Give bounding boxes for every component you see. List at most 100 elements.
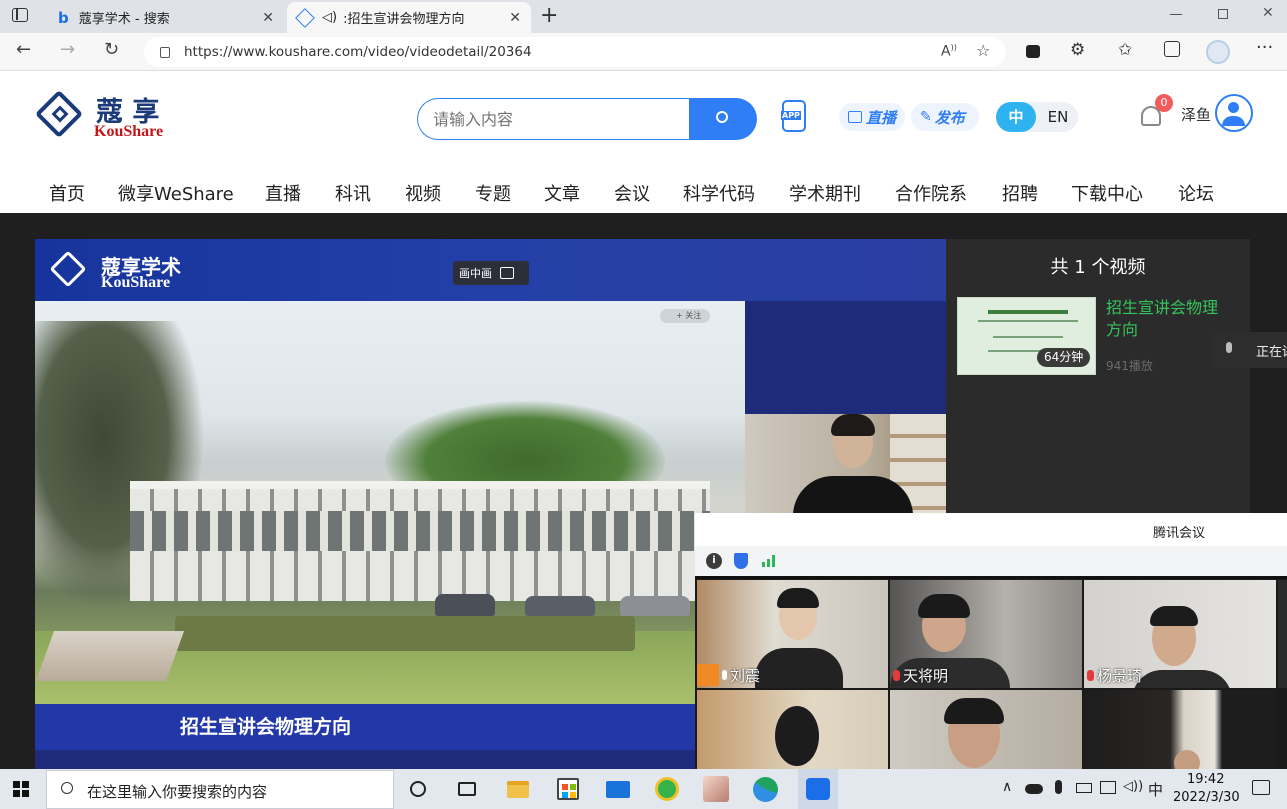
participant-tile[interactable]: 天将明 [890,580,1082,688]
read-aloud-icon[interactable]: A)) [941,43,957,60]
menu-science-code[interactable]: 科学代码 [683,180,755,206]
participant-tile[interactable]: 刘震 [697,580,888,688]
ime-indicator[interactable]: 中 [1148,779,1163,800]
menu-live[interactable]: 直播 [265,180,301,206]
playlist-item[interactable]: 64分钟 招生宣讲会物理方向 941播放 [957,297,1241,377]
menu-video[interactable]: 视频 [405,180,441,206]
menu-jobs[interactable]: 招聘 [1002,180,1038,206]
menu-topics[interactable]: 专题 [475,180,511,206]
volume-icon[interactable]: ◁)) [1123,779,1143,794]
menu-news[interactable]: 科讯 [335,180,371,206]
menu-articles[interactable]: 文章 [544,180,580,206]
clock-date[interactable]: 2022/3/30 [1173,790,1240,805]
notification-center-icon[interactable] [1252,780,1270,795]
participant-tile[interactable] [697,690,888,769]
speaker-hair [831,414,875,436]
bing-icon: b [58,8,69,27]
close-tab-icon[interactable]: ✕ [262,10,274,26]
favorite-add-icon[interactable]: ☆ [976,41,990,60]
menu-weshare[interactable]: 微享WeShare [118,180,234,206]
host-icon [697,664,719,686]
user-avatar-icon[interactable] [1215,94,1253,132]
minimize-button[interactable] [1170,14,1182,15]
info-icon[interactable]: i [706,553,722,569]
grid-side-strip [1278,580,1287,688]
extensions-icon[interactable]: ⚙ [1070,40,1085,60]
site-logo[interactable]: 蔻 享 KouShare [34,89,176,142]
network-icon[interactable] [1100,781,1116,794]
username[interactable]: 泽鱼 [1181,104,1211,125]
store-icon[interactable] [557,778,579,800]
follow-button[interactable]: + 关注 [660,309,710,323]
shield-icon[interactable] [734,553,748,569]
speaker-icon[interactable]: ◁) [322,10,337,25]
lang-cn-button[interactable]: 中 [996,102,1036,132]
close-tab-icon[interactable]: ✕ [509,10,521,26]
app-download-icon[interactable]: APP [781,100,806,132]
menu-home[interactable]: 首页 [49,180,85,206]
refresh-button[interactable]: ↻ [104,39,119,60]
game-app-icon[interactable] [703,776,729,802]
cortana-icon[interactable] [410,781,426,797]
onedrive-icon[interactable] [1025,784,1043,794]
tray-chevron-icon[interactable]: ∧ [1002,779,1012,795]
participant-tile[interactable] [1084,690,1276,769]
address-field[interactable]: https://www.koushare.com/video/videodeta… [144,37,1006,67]
restore-button[interactable] [1218,9,1228,19]
battery-icon[interactable] [1076,783,1092,793]
notification-badge: 0 [1155,94,1173,112]
participant-name: 刘震 [730,666,761,685]
flowerbed [175,616,635,651]
clock-time[interactable]: 19:42 [1187,772,1224,787]
tv-icon [848,111,862,123]
language-switch: 中 EN [996,102,1078,132]
live-button[interactable]: 直播 [839,103,905,131]
start-button[interactable] [13,781,29,797]
windows-taskbar: 在这里输入你要搜索的内容 ∧ ◁)) 中 19:42 2022/3/30 [0,769,1287,809]
tab-actions-icon[interactable] [12,8,28,22]
participant-hair [1150,606,1198,626]
lang-en-button[interactable]: EN [1038,102,1078,132]
menu-partners[interactable]: 合作院系 [895,180,967,206]
back-button[interactable]: ← [16,39,31,60]
menu-forum[interactable]: 论坛 [1178,180,1214,206]
menu-downloads[interactable]: 下载中心 [1071,180,1143,206]
menu-journals[interactable]: 学术期刊 [789,180,861,206]
speaker-webcam [745,414,946,514]
follow-label: + 关注 [676,311,702,320]
tab-search[interactable]: b 蔻享学术 - 搜索 ✕ [46,2,284,33]
close-window-button[interactable]: ✕ [1262,5,1274,21]
koushare-favicon [295,7,315,28]
participant-tile[interactable]: 杨景琦 [1084,580,1276,688]
site-search-input[interactable] [417,98,691,140]
more-menu-icon[interactable]: ··· [1256,37,1273,58]
microphone-icon[interactable] [1055,780,1062,794]
new-tab-button[interactable]: + [540,3,558,28]
speaker-body [793,476,913,514]
publish-button[interactable]: ✎ 发布 [911,103,979,131]
taskbar-search[interactable]: 在这里输入你要搜索的内容 [46,770,394,809]
collections-plus-icon[interactable] [1164,41,1180,57]
forward-button[interactable]: → [60,39,75,60]
pip-control[interactable]: 画中画 [453,261,529,285]
tencent-meeting-taskbar-icon[interactable] [798,769,838,809]
profile-icon[interactable] [1206,40,1230,64]
edge-icon[interactable] [753,777,778,802]
favorites-icon[interactable]: ✩ [1118,40,1132,60]
task-view-icon[interactable] [458,782,476,796]
file-explorer-icon[interactable] [507,781,529,798]
playlist-item-plays: 941播放 [1106,359,1153,373]
url-text: https://www.koushare.com/video/videodeta… [184,44,532,60]
speaking-label: 正在讲 [1256,345,1287,360]
main-content: 蔻享学术 KouShare 画中画 + 关注 招生宣讲会物理方向 共 1 个视频… [0,213,1287,769]
menu-meetings[interactable]: 会议 [614,180,650,206]
participant-grid: 刘震 天将明 杨景琦 [695,576,1287,769]
signal-icon[interactable] [762,555,776,567]
site-search-button[interactable] [689,98,757,140]
duration-badge: 64分钟 [1037,348,1091,367]
participant-tile[interactable] [890,690,1082,769]
collections-icon[interactable] [1026,45,1040,58]
browser-360-icon[interactable] [655,777,679,801]
mail-icon[interactable] [606,781,630,798]
tab-video[interactable]: ◁) :招生宣讲会物理方向 ✕ [287,2,531,33]
